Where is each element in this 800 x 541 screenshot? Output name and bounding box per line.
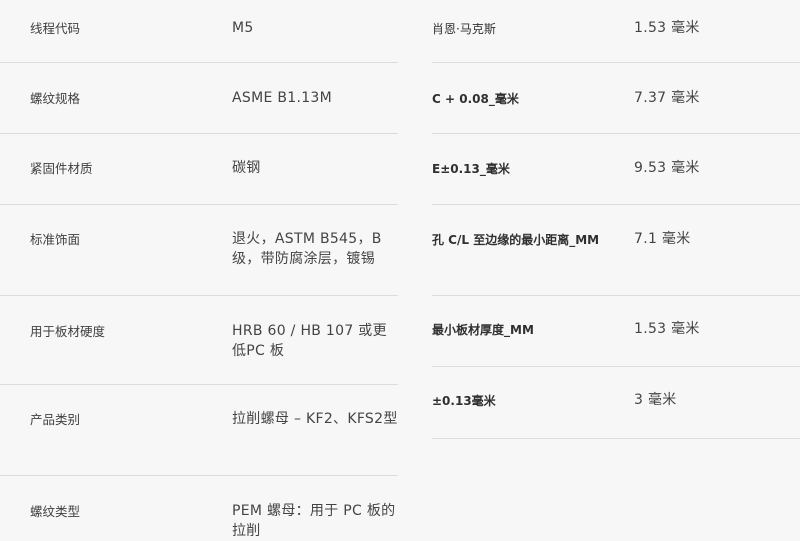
spec-row-shank: 肖恩·马克斯 1.53 毫米 (432, 0, 800, 63)
spec-value: 拉削螺母 – KF2、KFS2型 (232, 411, 398, 427)
spec-value: 7.1 毫米 (634, 231, 691, 247)
spec-label: 线程代码 (30, 21, 81, 36)
spec-column-right: 肖恩·马克斯 1.53 毫米 C + 0.08_毫米 7.37 毫米 E±0.1… (432, 0, 800, 439)
spec-value: 9.53 毫米 (634, 160, 700, 176)
spec-row-category: 产品类别 拉削螺母 – KF2、KFS2型 (0, 385, 398, 476)
spec-value: 1.53 毫米 (634, 321, 700, 337)
spec-label: 用于板材硬度 (30, 324, 106, 339)
spec-row-thread-type: 螺纹类型 PEM 螺母：用于 PC 板的拉削 (0, 476, 398, 541)
spec-label: 产品类别 (30, 412, 81, 427)
spec-label: 紧固件材质 (30, 161, 93, 176)
spec-label: 肖恩·马克斯 (432, 22, 496, 36)
spec-label: 标准饰面 (30, 232, 81, 247)
spec-row-e-dimension: E±0.13_毫米 9.53 毫米 (432, 134, 800, 205)
spec-value: 退火，ASTM B545，B级，带防腐涂层，镀锡 (232, 231, 382, 267)
spec-row-thread-spec: 螺纹规格 ASME B1.13M (0, 63, 398, 134)
spec-value: HRB 60 / HB 107 或更低PC 板 (232, 323, 387, 359)
spec-row-thread-code: 线程代码 M5 (0, 0, 398, 63)
spec-value: 3 毫米 (634, 392, 677, 408)
spec-value: M5 (232, 20, 254, 36)
spec-column-left: 线程代码 M5 螺纹规格 ASME B1.13M 紧固件材质 碳钢 标准饰面 退… (0, 0, 398, 541)
spec-value: 碳钢 (232, 160, 261, 176)
spec-label: C + 0.08_毫米 (432, 92, 519, 106)
spec-value: 7.37 毫米 (634, 90, 700, 106)
spec-row-hardness: 用于板材硬度 HRB 60 / HB 107 或更低PC 板 (0, 296, 398, 385)
spec-value: ASME B1.13M (232, 90, 332, 106)
spec-label: 孔 C/L 至边缘的最小距离_MM (432, 233, 600, 247)
spec-row-min-edge-distance: 孔 C/L 至边缘的最小距离_MM 7.1 毫米 (432, 205, 800, 296)
spec-label: 螺纹类型 (30, 504, 81, 519)
spec-row-tolerance: ±0.13毫米 3 毫米 (432, 367, 800, 439)
spec-row-min-sheet-thickness: 最小板材厚度_MM 1.53 毫米 (432, 296, 800, 367)
spec-row-c-dimension: C + 0.08_毫米 7.37 毫米 (432, 63, 800, 134)
spec-row-finish: 标准饰面 退火，ASTM B545，B级，带防腐涂层，镀锡 (0, 205, 398, 296)
spec-value: PEM 螺母：用于 PC 板的拉削 (232, 503, 396, 539)
spec-value: 1.53 毫米 (634, 20, 700, 36)
spec-label: ±0.13毫米 (432, 394, 496, 408)
spec-label: 螺纹规格 (30, 91, 81, 106)
spec-row-material: 紧固件材质 碳钢 (0, 134, 398, 205)
spec-label: 最小板材厚度_MM (432, 323, 534, 337)
spec-label: E±0.13_毫米 (432, 162, 510, 176)
spec-table: 线程代码 M5 螺纹规格 ASME B1.13M 紧固件材质 碳钢 标准饰面 退… (0, 0, 800, 541)
